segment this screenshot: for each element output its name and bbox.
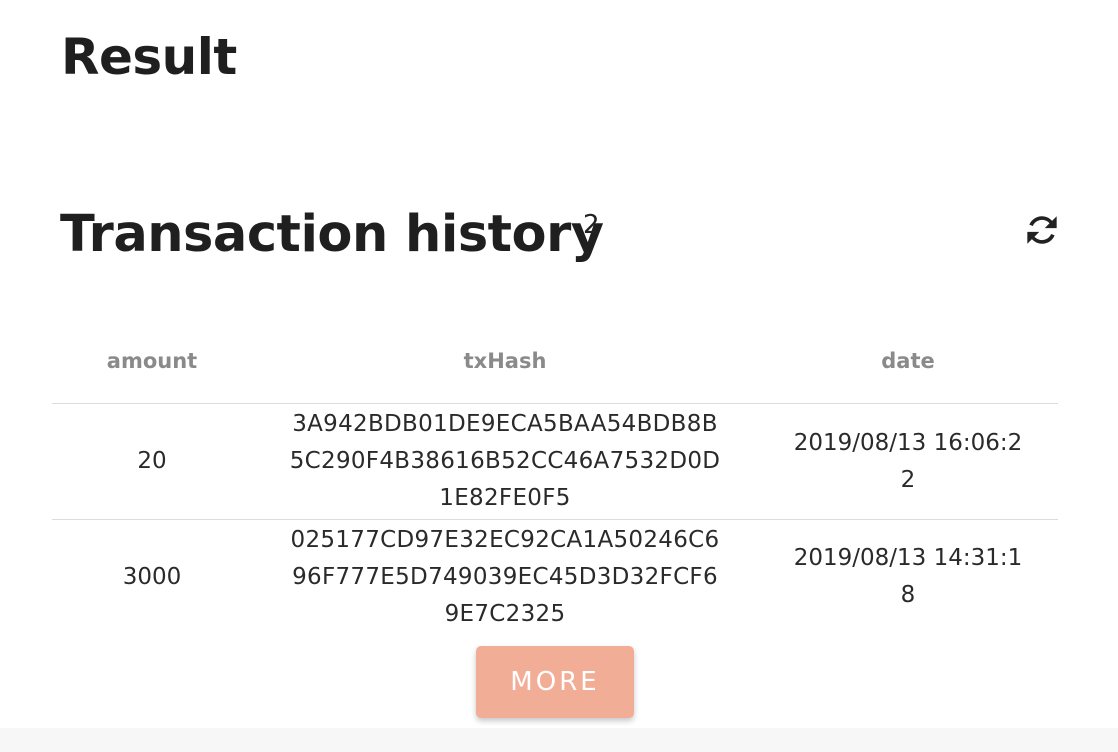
more-button[interactable]: MORE [476, 646, 634, 718]
txhash-value: 3A942BDB01DE9ECA5BAA54BDB8B5C290F4B38616… [289, 411, 721, 511]
txhash-cell: 025177CD97E32EC92CA1A50246C696F777E5D749… [252, 520, 758, 635]
page: Result Transaction history 2 amount txHa… [0, 0, 1118, 752]
date-cell: 2019/08/13 16:06:22 [758, 403, 1058, 520]
txhash-cell: 3A942BDB01DE9ECA5BAA54BDB8B5C290F4B38616… [252, 403, 758, 520]
amount-cell: 3000 [122, 563, 182, 590]
amount-cell: 20 [52, 403, 252, 520]
transaction-history-title: Transaction history [60, 205, 604, 264]
table-header-row: amount txHash date [52, 318, 1058, 404]
result-title: Result [61, 28, 237, 86]
column-header-amount[interactable]: amount [52, 318, 252, 404]
txhash-value: 025177CD97E32EC92CA1A50246C696F777E5D749… [290, 526, 720, 627]
bottom-divider [0, 728, 1118, 752]
transaction-count-badge: 2 [583, 210, 600, 240]
refresh-icon [1027, 216, 1057, 244]
table-row: 20 3A942BDB01DE9ECA5BAA54BDB8B5C290F4B38… [52, 403, 1058, 520]
refresh-button[interactable] [1016, 204, 1068, 256]
table-row: 3000 025177CD97E32EC92CA1A50246C696F777E… [52, 520, 1058, 635]
date-value: 2019/08/13 16:06:22 [793, 429, 1023, 493]
date-cell: 2019/08/13 14:31:18 [758, 520, 1058, 635]
date-value: 2019/08/13 14:31:18 [793, 545, 1023, 608]
transaction-table: amount txHash date 20 3A942BDB01DE9ECA5B… [52, 318, 1058, 634]
transaction-history-header: Transaction history 2 [60, 198, 1070, 276]
column-header-date[interactable]: date [758, 318, 1058, 404]
column-header-txhash[interactable]: txHash [252, 318, 758, 404]
